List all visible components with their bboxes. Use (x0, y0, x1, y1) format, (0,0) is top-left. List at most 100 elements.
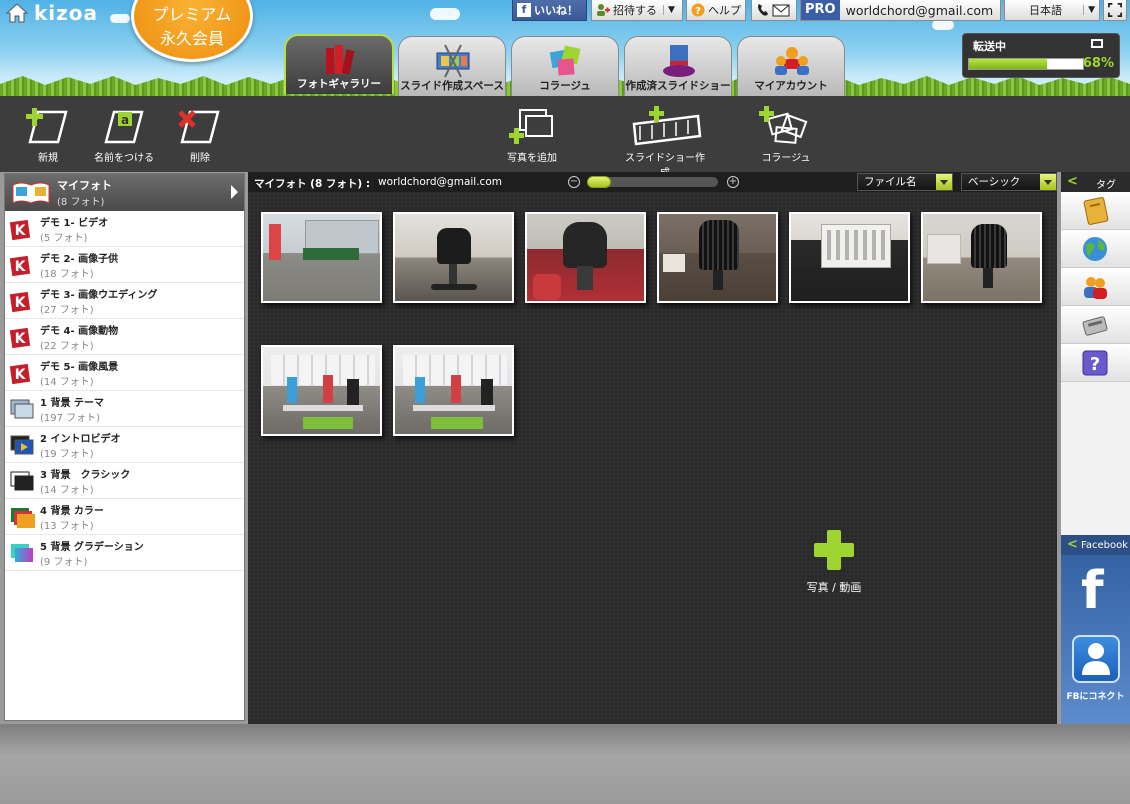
album-list-item[interactable]: 4 背景 カラー (13 フォト) (5, 499, 244, 535)
album-item-count: (22 フォト) (40, 340, 94, 352)
photo-thumbnail[interactable] (789, 212, 910, 303)
chevron-down-icon[interactable]: ▼ (1083, 5, 1095, 15)
transfer-progress-fill (969, 59, 1047, 69)
premium-line1: プレミアム (152, 5, 232, 24)
photo-thumbnail[interactable] (261, 345, 382, 436)
new-album-label: 新規 (38, 153, 58, 164)
chevron-left-icon[interactable]: < (1067, 174, 1078, 189)
svg-text:?: ? (1090, 354, 1100, 375)
facebook-label: Facebook (1081, 540, 1128, 551)
photo-thumbnail[interactable] (921, 212, 1042, 303)
tab-my-account[interactable]: マイアカウント (737, 36, 845, 96)
tab-photo-gallery[interactable]: フォトギャラリー (284, 34, 394, 94)
album-shortcut-button[interactable] (1061, 192, 1130, 230)
album-item-count: (19 フォト) (40, 448, 94, 460)
zoom-slider-handle[interactable] (587, 176, 611, 188)
help-panel-button[interactable]: ? (1061, 344, 1130, 382)
album-list-item[interactable]: 5 背景 グラデーション (9 フォト) (5, 535, 244, 571)
tab-collage[interactable]: コラージュ (511, 36, 619, 96)
svg-text:K: K (15, 367, 27, 383)
add-photos-icon (509, 109, 553, 144)
chevron-down-icon[interactable]: ▼ (663, 5, 675, 15)
share-web-button[interactable] (1061, 230, 1130, 268)
rename-album-button[interactable]: a 名前をつける (94, 106, 154, 164)
facebook-panel-toggle[interactable]: < Facebook (1061, 535, 1130, 555)
kizoa-k-icon: K (9, 219, 31, 240)
delete-icon (178, 110, 220, 144)
album-list-item[interactable]: 2 イントロビデオ (19 フォト) (5, 427, 244, 463)
gallery-title: マイフォト (8 フォト) : (254, 178, 371, 190)
svg-text:?: ? (695, 6, 701, 17)
album-list-item[interactable]: K デモ 4- 画像動物 (22 フォト) (5, 319, 244, 355)
premium-line2: 永久会員 (159, 29, 224, 48)
help-button[interactable]: ? ヘルプ (686, 0, 746, 21)
add-photos-button[interactable]: 写真を追加 (503, 106, 561, 164)
facebook-panel: < Facebook f FBにコネクト (1061, 535, 1130, 724)
fullscreen-button[interactable] (1103, 0, 1127, 21)
right-side-panel: < タグ ? < Facebook f FBにコネクト (1061, 172, 1130, 724)
theme-stack-icon (10, 399, 34, 418)
chevron-down-icon[interactable] (936, 174, 952, 190)
collage-button[interactable]: コラージュ (757, 106, 815, 164)
zoom-out-icon[interactable]: − (568, 176, 580, 188)
card-button[interactable] (1061, 306, 1130, 344)
album-list-item[interactable]: K デモ 3- 画像ウエディング (27 フォト) (5, 283, 244, 319)
home-icon[interactable] (6, 3, 28, 23)
invite-button[interactable]: 招待する ▼ (591, 0, 683, 21)
tab-created-slideshows[interactable]: 作成済スライドショー (624, 36, 732, 96)
sort-select[interactable]: ファイル名 (857, 173, 953, 191)
premium-badge[interactable]: プレミアム 永久会員 (131, 0, 253, 62)
add-photos-label: 写真を追加 (507, 153, 557, 164)
video-stack-icon (10, 435, 34, 454)
kizoa-logo[interactable]: kizoa (34, 1, 98, 25)
album-list-item[interactable]: K デモ 5- 画像風景 (14 フォト) (5, 355, 244, 391)
tab-slide-workspace[interactable]: スライド作成スペース (398, 36, 506, 96)
transfer-label: 転送中 (973, 40, 1006, 53)
zoom-in-icon[interactable]: + (727, 176, 739, 188)
photo-thumbnail[interactable] (393, 345, 514, 436)
album-item-text: デモ 4- 画像動物 (22 フォト) (40, 322, 118, 352)
view-mode-select[interactable]: ベーシック (961, 173, 1057, 191)
photo-thumbnail[interactable] (657, 212, 778, 303)
delete-album-button[interactable]: 削除 (176, 106, 224, 164)
photo-thumbnail[interactable] (393, 212, 514, 303)
plus-icon-bar (814, 543, 854, 557)
album-item-count: (14 フォト) (40, 376, 94, 388)
album-item-text: 1 背景 テーマ (197 フォト) (40, 394, 104, 424)
album-list-item[interactable]: 3 背景 クラシック (14 フォト) (5, 463, 244, 499)
create-slideshow-button[interactable]: スライドショー作成 (625, 106, 705, 179)
album-item-count: (9 フォト) (40, 556, 88, 568)
cloud-decoration (932, 20, 954, 30)
photo-thumbnail[interactable] (261, 212, 382, 303)
album-item-title: 4 背景 カラー (40, 505, 104, 517)
new-album-button[interactable]: 新規 (24, 106, 72, 164)
album-list-panel: マイフォト (8 フォト) K デモ 1- ビデオ (5 フォト) K デモ 2- 画像… (4, 173, 245, 721)
account-menu[interactable]: PRO worldchord@gmail.com ▼ (800, 0, 1014, 21)
album-header-title: マイフォト (57, 179, 112, 192)
album-list-item[interactable]: K デモ 2- 画像子供 (18 フォト) (5, 247, 244, 283)
chevron-left-icon[interactable]: < (1067, 537, 1078, 552)
facebook-connect-button[interactable] (1072, 635, 1120, 683)
tag-panel-toggle[interactable]: < タグ (1061, 172, 1130, 192)
add-photo-video-button[interactable]: 写真 / 動画 (784, 527, 884, 597)
contacts-button[interactable] (1061, 268, 1130, 306)
album-list-item[interactable]: K デモ 1- ビデオ (5 フォト) (5, 211, 244, 247)
facebook-logo: f (1081, 561, 1104, 621)
album-list-item[interactable]: 1 背景 テーマ (197 フォト) (5, 391, 244, 427)
facebook-like-button[interactable]: f いいね！ (512, 0, 587, 21)
user-silhouette-icon (1082, 643, 1110, 675)
chevron-right-icon[interactable] (231, 185, 238, 199)
window-icon[interactable] (1091, 39, 1103, 48)
contact-button[interactable] (751, 0, 797, 21)
collage-icon (549, 45, 581, 76)
language-select[interactable]: 日本語 ▼ (1004, 0, 1100, 21)
album-item-count: (27 フォト) (40, 304, 94, 316)
facebook-connect-label: FBにコネクト (1066, 692, 1125, 702)
kizoa-k-icon: K (9, 255, 31, 276)
photo-thumbnail[interactable] (525, 212, 646, 303)
chevron-down-icon[interactable] (1040, 174, 1056, 190)
zoom-slider[interactable] (587, 176, 718, 188)
album-my-photos[interactable]: マイフォト (8 フォト) (5, 174, 244, 211)
transfer-progress-bar (968, 58, 1084, 70)
gradient-stack-icon (11, 543, 33, 562)
